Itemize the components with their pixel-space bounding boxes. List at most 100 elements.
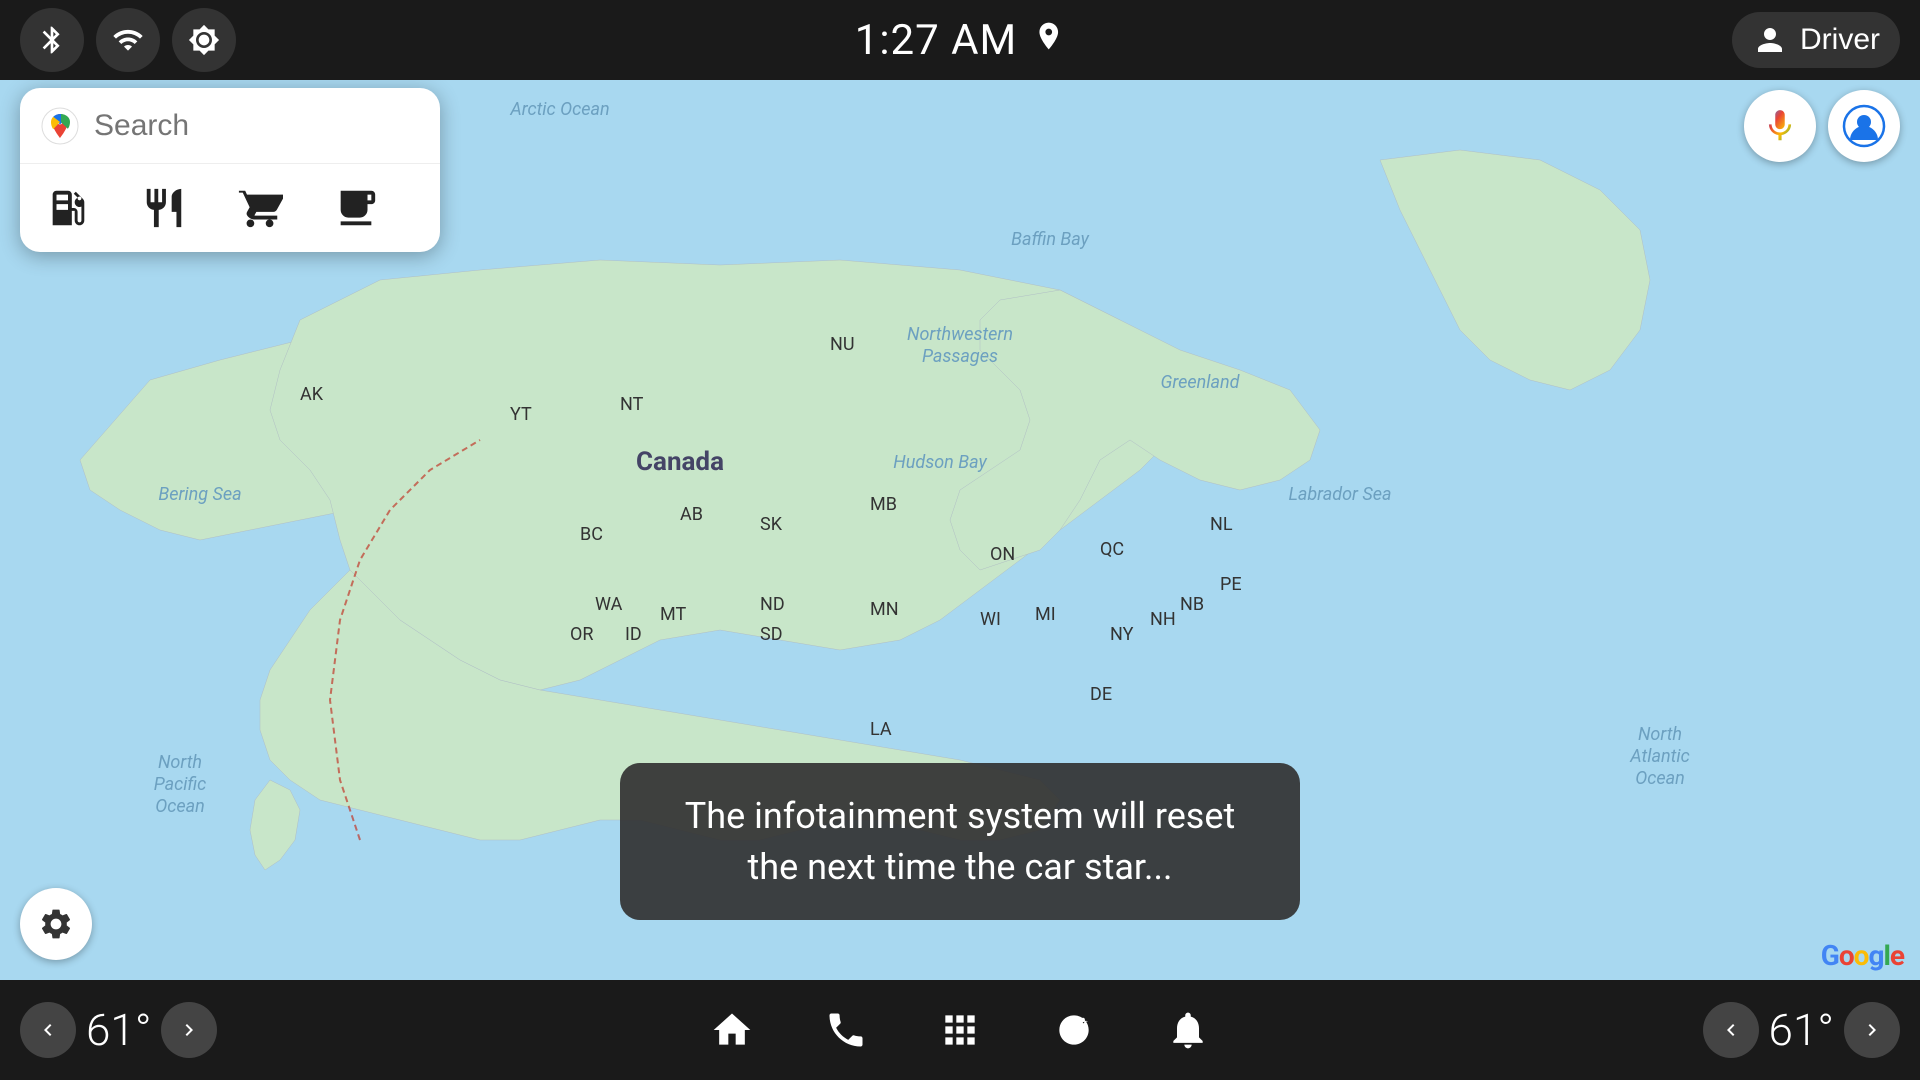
phone-icon bbox=[824, 1008, 868, 1052]
wifi-icon bbox=[112, 24, 144, 56]
home-icon bbox=[710, 1008, 754, 1052]
svg-text:Bering Sea: Bering Sea bbox=[158, 484, 241, 505]
svg-text:MB: MB bbox=[870, 494, 897, 515]
user-avatar-icon bbox=[1842, 104, 1886, 148]
left-temperature: 61° bbox=[86, 1004, 151, 1056]
notification-toast: The infotainment system will reset the n… bbox=[620, 763, 1300, 920]
svg-text:SK: SK bbox=[760, 514, 783, 535]
svg-text:North: North bbox=[158, 752, 202, 773]
google-logo: Google bbox=[1821, 939, 1904, 972]
svg-text:NU: NU bbox=[830, 334, 855, 355]
svg-text:WI: WI bbox=[980, 609, 1001, 630]
voice-search-button[interactable] bbox=[1744, 90, 1816, 162]
coffee-icon bbox=[333, 185, 379, 231]
svg-text:AK: AK bbox=[300, 384, 324, 405]
temp-right-increase-button[interactable] bbox=[1844, 1002, 1900, 1058]
wifi-button[interactable] bbox=[96, 8, 160, 72]
gas-station-icon bbox=[45, 185, 91, 231]
apps-grid-icon bbox=[938, 1008, 982, 1052]
left-arrow-2-icon bbox=[1719, 1018, 1743, 1042]
maps-logo-icon bbox=[40, 106, 80, 146]
svg-text:ID: ID bbox=[625, 624, 642, 645]
svg-text:SD: SD bbox=[760, 624, 783, 645]
microphone-icon bbox=[1761, 107, 1799, 145]
svg-text:PE: PE bbox=[1220, 574, 1242, 595]
top-center: 1:27 AM bbox=[855, 16, 1065, 65]
svg-text:Arctic Ocean: Arctic Ocean bbox=[509, 99, 609, 120]
driver-button[interactable]: Driver bbox=[1732, 12, 1900, 68]
search-row[interactable] bbox=[20, 88, 440, 164]
svg-text:NB: NB bbox=[1180, 594, 1204, 615]
shopping-cart-icon bbox=[237, 185, 283, 231]
svg-text:YT: YT bbox=[510, 404, 532, 425]
bottom-center-nav bbox=[700, 998, 1220, 1062]
svg-text:North: North bbox=[1638, 724, 1682, 745]
settings-button[interactable] bbox=[20, 888, 92, 960]
svg-text:NT: NT bbox=[620, 394, 644, 415]
phone-button[interactable] bbox=[814, 998, 878, 1062]
svg-text:DE: DE bbox=[1090, 684, 1112, 705]
bell-icon bbox=[1166, 1008, 1210, 1052]
gas-station-button[interactable] bbox=[40, 180, 96, 236]
svg-text:LA: LA bbox=[870, 719, 892, 740]
user-icon bbox=[1752, 22, 1788, 58]
right-arrow-2-icon bbox=[1860, 1018, 1884, 1042]
svg-text:MN: MN bbox=[870, 599, 899, 620]
brightness-icon bbox=[188, 24, 220, 56]
fan-button[interactable] bbox=[1042, 998, 1106, 1062]
svg-text:Passages: Passages bbox=[922, 346, 998, 367]
svg-text:AB: AB bbox=[680, 504, 703, 525]
restaurant-icon bbox=[141, 185, 187, 231]
map-area[interactable]: Arctic Ocean Baffin Bay Northwestern Pas… bbox=[0, 80, 1920, 980]
svg-text:NH: NH bbox=[1150, 609, 1176, 630]
search-card bbox=[20, 88, 440, 252]
svg-text:Hudson Bay: Hudson Bay bbox=[893, 452, 987, 473]
svg-text:OR: OR bbox=[570, 624, 593, 645]
svg-text:Atlantic: Atlantic bbox=[1629, 746, 1689, 767]
svg-text:Ocean: Ocean bbox=[155, 796, 205, 817]
coffee-button[interactable] bbox=[328, 180, 384, 236]
svg-text:NL: NL bbox=[1210, 514, 1233, 535]
svg-text:Baffin Bay: Baffin Bay bbox=[1011, 229, 1090, 250]
brightness-button[interactable] bbox=[172, 8, 236, 72]
bottom-bar: 61° bbox=[0, 980, 1920, 1080]
temp-left-decrease-button[interactable] bbox=[20, 1002, 76, 1058]
temp-right-decrease-button[interactable] bbox=[1703, 1002, 1759, 1058]
svg-text:MT: MT bbox=[660, 604, 686, 625]
shopping-button[interactable] bbox=[232, 180, 288, 236]
user-profile-map-button[interactable] bbox=[1828, 90, 1900, 162]
home-button[interactable] bbox=[700, 998, 764, 1062]
bottom-left: 61° bbox=[20, 1002, 217, 1058]
svg-text:WA: WA bbox=[595, 594, 623, 615]
quick-icons-row bbox=[20, 164, 440, 252]
right-arrow-icon bbox=[177, 1018, 201, 1042]
svg-text:Northwestern: Northwestern bbox=[907, 324, 1013, 345]
svg-text:BC: BC bbox=[580, 524, 603, 545]
toast-text: The infotainment system will reset the n… bbox=[685, 795, 1235, 887]
right-temperature: 61° bbox=[1769, 1004, 1834, 1056]
restaurant-button[interactable] bbox=[136, 180, 192, 236]
svg-text:Labrador Sea: Labrador Sea bbox=[1288, 484, 1391, 505]
left-arrow-icon bbox=[36, 1018, 60, 1042]
search-input[interactable] bbox=[94, 109, 440, 143]
bottom-right: 61° bbox=[1703, 1002, 1900, 1058]
temp-left-increase-button[interactable] bbox=[161, 1002, 217, 1058]
location-pin-icon bbox=[1033, 20, 1065, 60]
svg-text:NY: NY bbox=[1110, 624, 1134, 645]
map-top-right bbox=[1744, 90, 1900, 162]
svg-text:Greenland: Greenland bbox=[1160, 372, 1240, 393]
bluetooth-button[interactable] bbox=[20, 8, 84, 72]
top-bar-controls bbox=[20, 8, 236, 72]
notifications-button[interactable] bbox=[1156, 998, 1220, 1062]
bluetooth-icon bbox=[36, 24, 68, 56]
svg-text:Pacific: Pacific bbox=[154, 774, 207, 795]
svg-text:Ocean: Ocean bbox=[1635, 768, 1685, 789]
apps-button[interactable] bbox=[928, 998, 992, 1062]
svg-text:ON: ON bbox=[990, 544, 1015, 565]
svg-text:MI: MI bbox=[1035, 604, 1056, 625]
settings-icon bbox=[38, 906, 74, 942]
top-bar: 1:27 AM Driver bbox=[0, 0, 1920, 80]
svg-text:Canada: Canada bbox=[636, 447, 724, 477]
fan-icon bbox=[1052, 1008, 1096, 1052]
svg-text:QC: QC bbox=[1100, 539, 1124, 560]
